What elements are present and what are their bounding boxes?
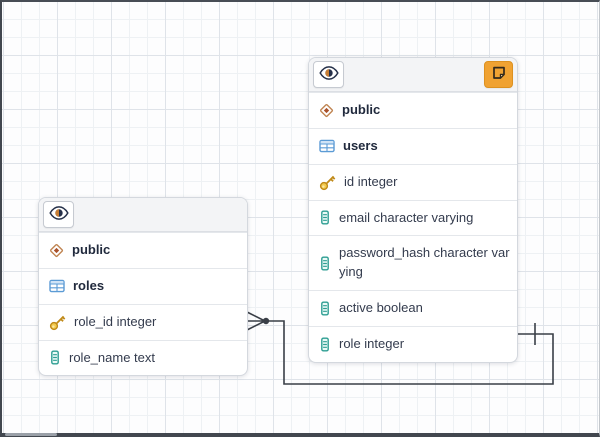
column-icon [49, 350, 61, 365]
show-details-button[interactable] [43, 201, 74, 228]
schema-icon [319, 103, 334, 118]
column-label: id integer [344, 173, 513, 192]
eye-icon [319, 66, 339, 83]
schema-name: public [342, 101, 513, 120]
column-row: id integer [309, 164, 517, 200]
table-node-roles[interactable]: public roles role_id integer [38, 197, 248, 376]
table-icon [49, 279, 65, 293]
table-icon [319, 139, 335, 153]
table-header [39, 198, 247, 232]
schema-row: public [309, 92, 517, 128]
show-details-button[interactable] [313, 61, 344, 88]
horizontal-scrollbar-thumb[interactable] [5, 433, 57, 436]
column-label: active boolean [339, 299, 513, 318]
erd-canvas[interactable]: public roles role_id integer [0, 0, 600, 437]
note-button[interactable] [484, 61, 513, 88]
table-name: roles [73, 277, 243, 296]
eye-icon [49, 206, 69, 223]
column-icon [319, 301, 331, 316]
table-name-row: users [309, 128, 517, 164]
table-name-row: roles [39, 268, 247, 304]
table-header [309, 58, 517, 92]
schema-icon [49, 243, 64, 258]
column-icon [319, 337, 331, 352]
schema-row: public [39, 232, 247, 268]
crow-foot-marker [247, 312, 265, 330]
column-row: password_hash character varying [309, 235, 517, 290]
column-label: role integer [339, 335, 513, 354]
column-label: email character varying [339, 209, 513, 228]
column-row: role_name text [39, 340, 247, 376]
column-icon [319, 210, 331, 225]
primary-key-icon [49, 314, 66, 331]
table-name: users [343, 137, 513, 156]
table-node-users[interactable]: public users id integer [308, 57, 518, 363]
column-row: role integer [309, 326, 517, 362]
column-row: active boolean [309, 290, 517, 326]
column-label: role_id integer [74, 313, 243, 332]
note-icon [491, 65, 507, 84]
column-icon [319, 256, 331, 271]
column-row: email character varying [309, 200, 517, 236]
column-label: role_name text [69, 349, 243, 368]
crow-foot-dot [263, 318, 269, 324]
column-label: password_hash character varying [339, 244, 513, 282]
schema-name: public [72, 241, 243, 260]
primary-key-icon [319, 174, 336, 191]
column-row: role_id integer [39, 304, 247, 340]
